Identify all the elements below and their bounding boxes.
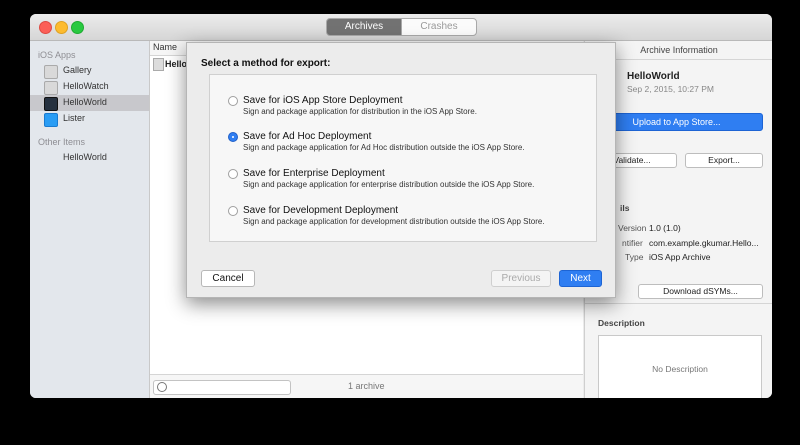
next-button[interactable]: Next [559, 270, 602, 287]
column-header-name[interactable]: Name [153, 42, 177, 52]
details-header: ils [620, 203, 630, 213]
sidebar-item-label: HelloWorld [63, 97, 107, 107]
generic-app-icon [44, 152, 56, 164]
option-description: Sign and package application for Ad Hoc … [243, 143, 525, 152]
sidebar-item-helloworld[interactable]: HelloWorld [30, 95, 149, 111]
cancel-button[interactable]: Cancel [201, 270, 255, 287]
helloworld-app-icon [44, 97, 58, 111]
identifier-label: ntifier [622, 238, 643, 248]
description-field[interactable]: No Description [598, 335, 762, 398]
lister-app-icon [44, 113, 58, 127]
radio-ad-hoc[interactable] [228, 132, 238, 142]
archive-icon [153, 58, 164, 71]
radio-development[interactable] [228, 206, 238, 216]
type-value: iOS App Archive [649, 252, 711, 262]
previous-button[interactable]: Previous [491, 270, 551, 287]
export-options-box: Save for iOS App Store Deployment Sign a… [209, 74, 597, 242]
filter-icon [157, 382, 167, 392]
sidebar-item-label: Lister [63, 113, 86, 123]
version-value: 1.0 (1.0) [649, 223, 681, 233]
archive-count: 1 archive [348, 381, 385, 391]
title-bar: Archives Crashes [30, 14, 772, 41]
divider [585, 303, 772, 304]
sidebar-item-label: HelloWorld [63, 152, 107, 162]
close-window-button[interactable] [39, 21, 52, 34]
export-method-sheet: Select a method for export: Save for iOS… [186, 42, 616, 298]
option-title[interactable]: Save for Ad Hoc Deployment [243, 131, 371, 142]
sidebar-group-other-items: Other Items [38, 137, 86, 147]
option-description: Sign and package application for distrib… [243, 107, 477, 116]
sidebar-group-ios-apps: iOS Apps [38, 50, 76, 60]
sidebar-item-label: Gallery [63, 65, 92, 75]
zoom-window-button[interactable] [71, 21, 84, 34]
app-name: HelloWorld [627, 71, 680, 82]
list-footer: 1 archive [150, 374, 583, 398]
sidebar-item-gallery[interactable]: Gallery [30, 63, 149, 79]
archive-date: Sep 2, 2015, 10:27 PM [627, 84, 714, 94]
type-label: Type [625, 252, 644, 262]
version-label: Version [618, 223, 647, 233]
option-description: Sign and package application for develop… [243, 217, 545, 226]
sheet-title: Select a method for export: [201, 58, 331, 69]
option-title[interactable]: Save for Development Deployment [243, 205, 398, 216]
description-header: Description [598, 318, 645, 328]
download-dsyms-button[interactable]: Download dSYMs... [638, 284, 763, 299]
minimize-window-button[interactable] [55, 21, 68, 34]
hellowatch-app-icon [44, 81, 58, 95]
option-title[interactable]: Save for Enterprise Deployment [243, 168, 385, 179]
archive-name: Hello [165, 59, 188, 69]
option-description: Sign and package application for enterpr… [243, 180, 535, 189]
sidebar-item-label: HelloWatch [63, 81, 109, 91]
radio-enterprise[interactable] [228, 169, 238, 179]
sidebar-item-hellowatch[interactable]: HelloWatch [30, 79, 149, 95]
radio-app-store[interactable] [228, 96, 238, 106]
option-title[interactable]: Save for iOS App Store Deployment [243, 95, 403, 106]
tab-archives[interactable]: Archives [326, 18, 402, 36]
sidebar: iOS Apps Gallery HelloWatch HelloWorld L… [30, 41, 150, 398]
gallery-app-icon [44, 65, 58, 79]
filter-field[interactable] [153, 380, 291, 395]
identifier-value: com.example.gkumar.Hello... [649, 238, 759, 248]
export-button[interactable]: Export... [685, 153, 763, 168]
sidebar-item-lister[interactable]: Lister [30, 111, 149, 127]
tab-crashes[interactable]: Crashes [401, 18, 477, 36]
sidebar-item-helloworld-other[interactable]: HelloWorld [30, 150, 149, 166]
